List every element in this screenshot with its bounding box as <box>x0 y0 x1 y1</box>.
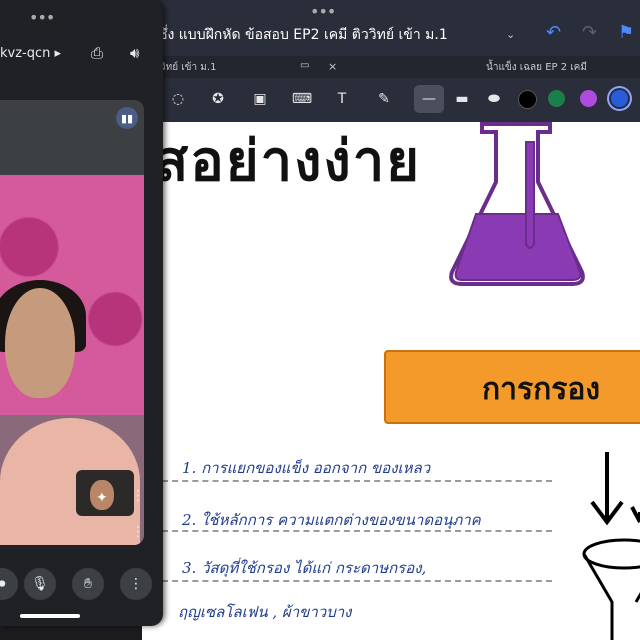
self-tile-more-icon[interactable]: ⋮ <box>131 488 145 504</box>
title-chevron-icon[interactable]: ⌄ <box>506 28 515 41</box>
bookmark-icon[interactable]: ⚑ <box>618 22 634 43</box>
video-more-icon[interactable]: ⋮ <box>131 524 145 540</box>
speaker-icon[interactable]: 🔊︎ <box>130 44 139 62</box>
tab-page-icon[interactable]: ▭ <box>300 60 309 71</box>
text-box-icon[interactable]: T <box>330 88 354 110</box>
image-icon[interactable]: ▣ <box>248 88 272 110</box>
color-green[interactable] <box>548 90 565 107</box>
note-canvas[interactable]: สอย่างง่าย การกรอง 1. การแยกของแข็ง ออกจ… <box>142 122 640 640</box>
meeting-code[interactable]: kvz-qcn ▸ <box>0 46 61 61</box>
undo-icon[interactable]: ↶ <box>546 22 561 43</box>
ruled-line <box>162 480 552 482</box>
tab-vit[interactable]: วิทย์ เข้า ม.1 <box>160 60 216 75</box>
switch-camera-icon[interactable]: ⎙ <box>91 44 103 62</box>
home-indicator[interactable] <box>20 614 80 618</box>
thick-stroke-icon[interactable]: ⬬ <box>482 88 506 110</box>
filtration-label: การกรอง <box>482 372 601 407</box>
meet-handle[interactable]: ••• <box>29 8 55 27</box>
medium-stroke-icon[interactable]: ▬ <box>450 88 474 110</box>
note-line-3: 3. วัสดุที่ใช้กรอง ได้แก่ กระดาษกรอง, <box>182 559 427 577</box>
color-black[interactable] <box>518 90 537 109</box>
self-view-tile[interactable]: ✦ <box>76 470 134 516</box>
ruled-line <box>162 530 552 532</box>
window-handle[interactable]: ••• <box>310 2 336 21</box>
filtration-label-box: การกรอง <box>384 350 640 424</box>
effects-sparkle-icon[interactable]: ✦ <box>96 490 108 506</box>
laser-pointer-icon[interactable]: ✎ <box>372 88 396 110</box>
tab-answer-key[interactable]: น้ำแข็ง เฉลย EP 2 เคมี <box>486 60 587 75</box>
page-heading: สอย่างง่าย <box>154 128 422 194</box>
participant-face <box>5 288 75 398</box>
redo-icon[interactable]: ↷ <box>582 22 597 43</box>
flask-illustration <box>449 122 585 286</box>
video-call-window[interactable]: ••• kvz-qcn ▸ ⎙ 🔊︎ ▮▮ ✦ ⋮ ⋮ ⏺ 🎙︎ ✋︎ ⋮ <box>0 0 163 626</box>
shape-star-icon[interactable]: ✪ <box>206 88 230 110</box>
lasso-icon[interactable]: ◌ <box>166 88 190 110</box>
keyboard-icon[interactable]: ⌨ <box>290 88 314 110</box>
tab-close-icon[interactable]: × <box>328 60 337 73</box>
camera-button[interactable]: ⏺ <box>0 568 18 600</box>
raise-hand-icon[interactable]: ✋︎ <box>72 568 104 600</box>
funnel-drawing <box>582 452 640 640</box>
microphone-icon[interactable]: 🎙︎ <box>24 568 56 600</box>
note-line-1: 1. การแยกของแข็ง ออกจาก ของเหลว <box>182 459 431 477</box>
ruled-line <box>162 580 552 582</box>
note-line-2: 2. ใช้หลักการ ความแตกต่างของขนาดอนุภาค <box>182 511 481 529</box>
color-purple[interactable] <box>580 90 597 107</box>
color-blue-selected[interactable] <box>611 90 628 107</box>
document-title[interactable]: ซึ่ง แบบฝึกหัด ข้อสอบ EP2 เคมี ติววิทย์ … <box>158 24 448 46</box>
thin-stroke-icon[interactable]: — <box>414 85 444 113</box>
speaking-indicator-icon: ▮▮ <box>116 107 138 129</box>
note-line-4: ฤญเซลโลเฟน , ผ้าขาวบาง <box>178 603 352 621</box>
more-options-icon[interactable]: ⋮ <box>120 568 152 600</box>
